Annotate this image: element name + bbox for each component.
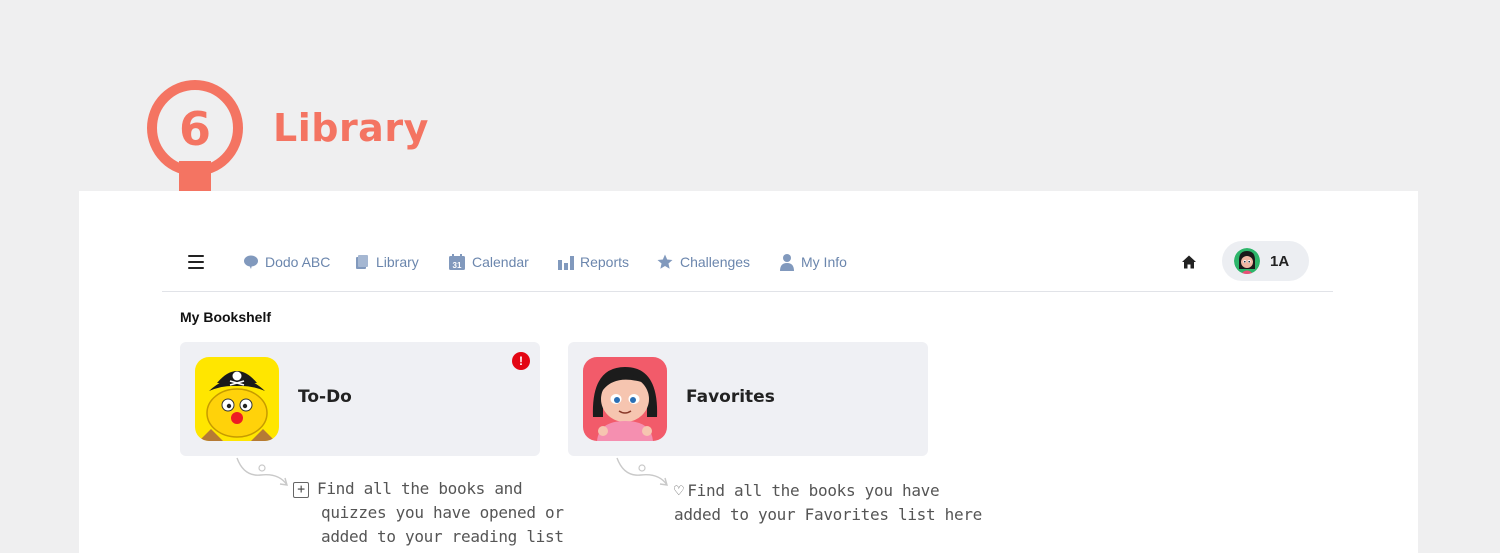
nav-label: Calendar [472, 254, 529, 270]
nav-item-library[interactable]: Library [354, 251, 419, 273]
nav-item-dodo-abc[interactable]: Dodo ABC [243, 251, 330, 273]
user-profile-button[interactable]: 1A [1222, 241, 1309, 281]
book-icon [356, 255, 368, 269]
top-navigation: Dodo ABC Library 31 Calendar Reports Cha… [162, 239, 1333, 292]
bar-chart-icon [558, 256, 574, 270]
speech-bubble-icon [244, 255, 258, 269]
user-name: 1A [1270, 252, 1290, 270]
nav-label: Challenges [680, 254, 751, 270]
favorites-card[interactable]: Favorites [568, 342, 928, 456]
note-line: added to your reading list [321, 527, 564, 546]
home-icon[interactable] [1181, 254, 1197, 270]
note-line: added to your Favorites list here [674, 505, 982, 524]
step-number-badge: 6 [147, 80, 243, 191]
alert-badge: ! [512, 352, 530, 370]
avatar [1234, 248, 1260, 274]
section-title: My Bookshelf [180, 309, 272, 325]
note-line: + Find all the books and [293, 477, 564, 501]
svg-text:31: 31 [453, 261, 462, 270]
todo-thumbnail [195, 357, 279, 441]
favorites-note: ♡ Find all the books you have added to yo… [674, 479, 982, 527]
menu-icon[interactable] [188, 255, 204, 269]
todo-note: + Find all the books and quizzes you have… [293, 477, 564, 549]
app-panel: Dodo ABC Library 31 Calendar Reports Cha… [79, 191, 1418, 553]
curved-arrow-icon [236, 457, 288, 486]
plus-icon: + [293, 482, 309, 498]
note-line: ♡ Find all the books you have [674, 481, 940, 500]
nav-label: Dodo ABC [265, 254, 331, 270]
curved-arrow-icon [616, 457, 668, 486]
card-label: To-Do [298, 387, 352, 407]
heart-icon: ♡ [674, 481, 684, 500]
nav-label: My Info [801, 254, 847, 270]
nav-label: Library [376, 254, 419, 270]
nav-item-calendar[interactable]: 31 Calendar [448, 251, 529, 273]
calendar-icon: 31 [449, 254, 465, 270]
nav-item-reports[interactable]: Reports [557, 251, 629, 273]
step-title: Library [273, 106, 429, 150]
favorites-thumbnail [583, 357, 667, 441]
step-number: 6 [179, 102, 211, 156]
person-icon [780, 254, 794, 271]
nav-item-my-info[interactable]: My Info [779, 251, 847, 273]
nav-item-challenges[interactable]: Challenges [656, 251, 750, 273]
nav-label: Reports [580, 254, 630, 270]
star-icon [657, 254, 673, 269]
todo-card[interactable]: To-Do ! [180, 342, 540, 456]
card-label: Favorites [686, 387, 775, 407]
note-line: quizzes you have opened or [321, 503, 564, 522]
